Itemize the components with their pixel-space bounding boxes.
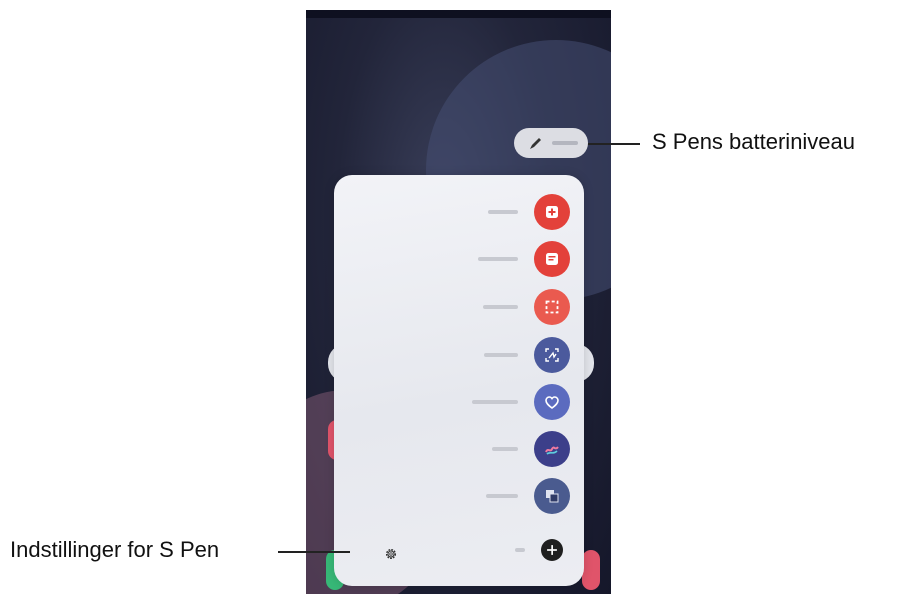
menu-item-add-shortcut[interactable] — [334, 530, 584, 570]
ar-doodle-icon[interactable] — [534, 431, 570, 467]
menu-item-create-note[interactable] — [334, 192, 584, 232]
settings-callout-line — [278, 551, 350, 553]
menu-item-label — [484, 353, 518, 357]
phone-screen — [306, 10, 611, 594]
menu-item-label — [488, 210, 518, 214]
settings-gear-icon[interactable] — [384, 547, 398, 561]
battery-level-bar — [552, 141, 578, 145]
menu-item-label — [472, 400, 518, 404]
spen-battery-indicator — [514, 128, 588, 158]
settings-callout-label: Indstillinger for S Pen — [10, 537, 220, 562]
live-messages-icon[interactable] — [534, 384, 570, 420]
view-all-notes-icon[interactable] — [534, 241, 570, 277]
menu-item-view-all-notes[interactable] — [334, 239, 584, 279]
battery-callout-label: S Pens batteriniveau — [652, 129, 856, 154]
menu-item-screen-write[interactable] — [334, 335, 584, 375]
air-command-panel — [334, 175, 584, 586]
menu-item-label — [483, 305, 518, 309]
add-shortcut-icon[interactable] — [541, 539, 563, 561]
menu-item-label — [492, 447, 518, 451]
smart-select-icon[interactable] — [534, 289, 570, 325]
menu-item-translate[interactable] — [334, 476, 584, 516]
create-note-icon[interactable] — [534, 194, 570, 230]
menu-item-label — [478, 257, 518, 261]
menu-item-smart-select[interactable] — [334, 287, 584, 327]
menu-item-live-messages[interactable] — [334, 382, 584, 422]
pen-icon — [530, 138, 541, 149]
menu-item-ar-doodle[interactable] — [334, 429, 584, 469]
menu-item-label — [515, 548, 525, 552]
home-app-edge — [582, 550, 600, 590]
screen-write-icon[interactable] — [534, 337, 570, 373]
translate-icon[interactable] — [534, 478, 570, 514]
battery-callout-line — [588, 143, 640, 145]
menu-item-label — [486, 494, 518, 498]
phone-status-bar — [306, 10, 611, 18]
